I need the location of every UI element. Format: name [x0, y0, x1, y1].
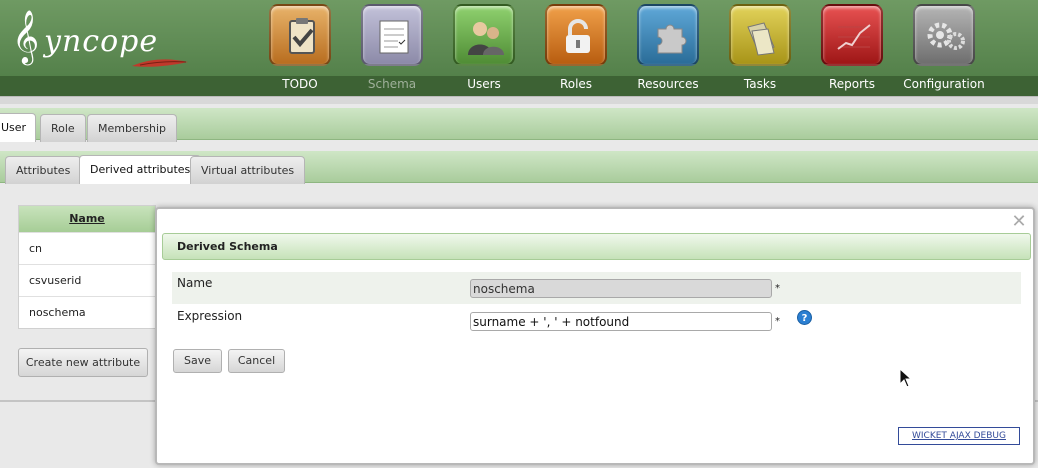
schema-form-icon — [361, 4, 423, 66]
tab-membership[interactable]: Membership — [87, 114, 177, 142]
menu-resources[interactable]: Resources — [622, 4, 714, 96]
save-button[interactable]: Save — [173, 349, 222, 373]
clipboard-check-icon — [269, 4, 331, 66]
tab-role[interactable]: Role — [40, 114, 86, 142]
expression-field[interactable] — [470, 312, 772, 331]
folders-icon — [729, 4, 791, 66]
required-mark: * — [775, 316, 780, 327]
name-row: Name * — [172, 272, 1021, 304]
menu-tasks-label: Tasks — [743, 77, 777, 91]
header-divider — [0, 96, 1038, 104]
menu-users[interactable]: Users — [438, 4, 530, 96]
close-icon[interactable]: ✕ — [1010, 213, 1028, 231]
menu-todo-label: TODO — [282, 77, 318, 91]
tab-derived-attributes[interactable]: Derived attributes — [79, 155, 202, 184]
tab-user[interactable]: User — [0, 113, 36, 142]
menu-reports-label: Reports — [828, 77, 876, 91]
padlock-icon — [545, 4, 607, 66]
help-icon[interactable]: ? — [797, 310, 812, 325]
expression-row: Expression * ? — [172, 305, 1021, 337]
menu-roles-label: Roles — [559, 77, 593, 91]
menu-todo[interactable]: TODO — [254, 4, 346, 96]
derived-schema-dialog: ✕ Derived Schema Name * Expression * ? S… — [155, 207, 1035, 465]
logo-clef-icon: 𝄞 — [12, 9, 40, 63]
wicket-ajax-debug-link[interactable]: WICKET AJAX DEBUG — [898, 427, 1020, 445]
menu-schema[interactable]: Schema — [346, 4, 438, 96]
name-label: Name — [177, 276, 213, 290]
logo-text: yncope — [44, 24, 159, 59]
expression-label: Expression — [177, 309, 243, 323]
table-row[interactable]: cn — [19, 232, 155, 264]
gears-icon — [913, 4, 975, 66]
report-chart-icon — [821, 4, 883, 66]
tab-virtual-attributes[interactable]: Virtual attributes — [190, 156, 306, 184]
menu-roles[interactable]: Roles — [530, 4, 622, 96]
name-field[interactable] — [470, 279, 772, 298]
table-row[interactable]: csvuserid — [19, 264, 155, 296]
menu-configuration[interactable]: Configuration — [898, 4, 990, 96]
tab-attributes[interactable]: Attributes — [5, 156, 82, 184]
puzzle-icon — [637, 4, 699, 66]
menu-configuration-label: Configuration — [903, 77, 985, 91]
menu-tasks[interactable]: Tasks — [714, 4, 806, 96]
apache-feather-icon — [132, 59, 188, 67]
menu-schema-label: Schema — [367, 77, 417, 91]
cancel-button[interactable]: Cancel — [228, 349, 285, 373]
required-mark: * — [775, 283, 780, 294]
menu-resources-label: Resources — [637, 77, 699, 91]
dialog-title: Derived Schema — [162, 233, 1031, 260]
attributes-table: Name cn csvuserid noschema — [18, 205, 156, 329]
mouse-cursor-icon — [899, 368, 913, 388]
create-new-attribute-button[interactable]: Create new attribute — [18, 348, 148, 377]
menu-users-label: Users — [467, 77, 501, 91]
syncope-logo[interactable]: 𝄞 yncope — [10, 6, 195, 70]
menu-reports[interactable]: Reports — [806, 4, 898, 96]
column-header-name[interactable]: Name — [19, 206, 155, 232]
table-row[interactable]: noschema — [19, 296, 155, 328]
users-icon — [453, 4, 515, 66]
